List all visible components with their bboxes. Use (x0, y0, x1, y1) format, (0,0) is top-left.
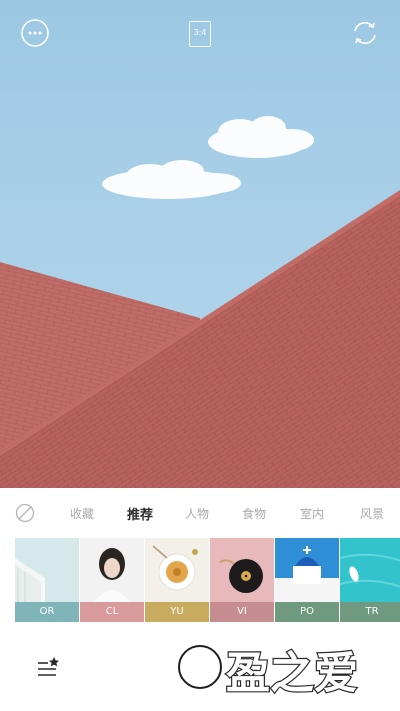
watermark-logo: 盈之爱 (222, 642, 392, 700)
filter-label: YU (145, 602, 209, 622)
filter-thumbnail (340, 538, 400, 602)
filter-category-tabs: 收藏 推荐 人物 食物 室内 风景 (0, 495, 400, 531)
tab-food[interactable]: 食物 (242, 505, 266, 522)
filter-thumbnail (210, 538, 274, 602)
filter-label: CL (80, 602, 144, 622)
filter-list: OR CL YU VI PO TR (15, 538, 400, 622)
filter-vi[interactable]: VI (210, 538, 274, 622)
tab-favorites[interactable]: 收藏 (70, 505, 94, 522)
filter-yu[interactable]: YU (145, 538, 209, 622)
cloud-upper (208, 116, 314, 158)
filter-po[interactable]: PO (275, 538, 339, 622)
more-dots-icon (21, 19, 49, 47)
tab-people[interactable]: 人物 (185, 505, 209, 522)
camera-switch-button[interactable] (350, 18, 380, 48)
filter-thumbnail (80, 538, 144, 602)
more-button[interactable] (20, 18, 50, 48)
filter-thumbnail (145, 538, 209, 602)
filter-thumbnail (275, 538, 339, 602)
tab-recommended[interactable]: 推荐 (127, 504, 153, 523)
filter-label: TR (340, 602, 400, 622)
no-filter-button[interactable] (15, 503, 35, 523)
filter-label: OR (15, 602, 79, 622)
filter-tr[interactable]: TR (340, 538, 400, 622)
aspect-ratio-label: 3:4 (189, 21, 211, 47)
camera-switch-icon (354, 22, 376, 44)
filter-thumbnail (15, 538, 79, 602)
filter-label: VI (210, 602, 274, 622)
tab-scenery[interactable]: 风景 (360, 505, 384, 522)
preview-scene (0, 116, 400, 488)
filter-or[interactable]: OR (15, 538, 79, 622)
tab-indoor[interactable]: 室内 (300, 505, 324, 522)
camera-preview[interactable]: 3:4 (0, 0, 400, 488)
shutter-button[interactable] (178, 645, 222, 689)
watermark-text: 盈之爱 (226, 648, 358, 699)
cloud-lower (102, 160, 241, 199)
filter-favorites-button[interactable] (36, 657, 60, 679)
filter-favorites-icon (38, 657, 59, 676)
filter-label: PO (275, 602, 339, 622)
no-filter-icon (15, 503, 35, 523)
filter-cl[interactable]: CL (80, 538, 144, 622)
aspect-ratio-button[interactable]: 3:4 (188, 21, 212, 47)
